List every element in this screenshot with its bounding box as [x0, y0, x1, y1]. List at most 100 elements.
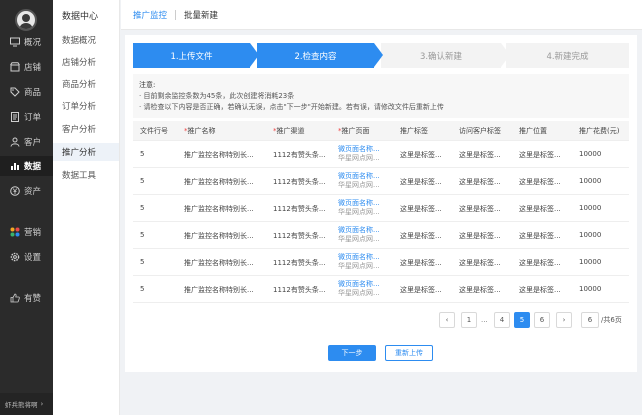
main-card: 1.上传文件 2.检查内容 3.确认新建 4.新建完成 注意: · 目前剩余监控… [125, 35, 637, 372]
cell-cost: 10000 [579, 177, 602, 185]
grid-icon [10, 227, 20, 237]
step-1: 1.上传文件 [133, 43, 250, 68]
nav-item-marketing[interactable]: 营销 [0, 222, 53, 242]
page-button-4[interactable]: 4 [494, 312, 510, 328]
step-arrow [501, 43, 510, 67]
cell-channel: 1112有赞头条... [273, 259, 326, 267]
page-title: 批量新建 [184, 10, 219, 21]
chevron-left-icon: ‹ [445, 316, 449, 324]
subnav-item-store-analysis[interactable]: 店铺分析 [53, 53, 119, 71]
page-subtitle: 华星网点网... [338, 235, 380, 243]
page-subtitle: 华星网点网... [338, 208, 380, 216]
page-jump-input[interactable] [581, 312, 599, 328]
nav-item-label: 数据 [24, 162, 42, 172]
cell-visitor-tag: 这里是标签... [459, 151, 501, 159]
nav-item-label: 营销 [24, 228, 42, 238]
sub-nav: 数据中心 数据概况 店铺分析 商品分析 订单分析 客户分析 推广分析 数据工具 [53, 0, 120, 415]
prev-page-button[interactable]: ‹ [439, 312, 455, 328]
breadcrumb-parent-link[interactable]: 推广监控 [133, 9, 167, 21]
next-page-button[interactable]: › [556, 312, 572, 328]
page-button-1[interactable]: 1 [461, 312, 477, 328]
nav-item-overview[interactable]: 概况 [0, 32, 53, 52]
nav-item-orders[interactable]: 订单 [0, 107, 53, 127]
page-link[interactable]: 微页面名称... [338, 280, 380, 289]
nav-item-label: 设置 [24, 253, 42, 263]
nav-item-label: 资产 [24, 187, 42, 197]
main-nav: 概况 店铺 商品 订单 客户 数据 资产 营销 设置 有赞 虾兵熊将啊 › [0, 0, 53, 415]
page-button-6[interactable]: 6 [534, 312, 550, 328]
step-3: 3.确认新建 [381, 43, 501, 68]
cell-page: 微页面名称... 华星网点网... [338, 280, 380, 298]
page-subtitle: 华星网点网... [338, 181, 380, 189]
subnav-title: 数据中心 [62, 12, 99, 22]
tag-icon [10, 87, 20, 97]
cell-position: 这里是标签... [519, 286, 561, 294]
cell-channel: 1112有赞头条... [273, 178, 326, 186]
page-link[interactable]: 微页面名称... [338, 172, 380, 181]
cell-name: 推广监控名称特别长... [184, 178, 254, 186]
breadcrumb: 推广监控 批量新建 [121, 0, 642, 30]
subnav-item-data-tools[interactable]: 数据工具 [53, 166, 119, 184]
cell-cost: 10000 [579, 231, 602, 239]
cell-page: 微页面名称... 华星网点网... [338, 199, 380, 217]
col-header-name: *推广名称 [184, 126, 216, 135]
nav-item-data[interactable]: 数据 [0, 156, 53, 176]
cell-position: 这里是标签... [519, 151, 561, 159]
nav-item-assets[interactable]: 资产 [0, 181, 53, 201]
cell-visitor-tag: 这里是标签... [459, 205, 501, 213]
cell-name: 推广监控名称特别长... [184, 232, 254, 240]
cell-tag: 这里是标签... [400, 178, 442, 186]
cell-channel: 1112有赞头条... [273, 205, 326, 213]
steps-bar: 1.上传文件 2.检查内容 3.确认新建 4.新建完成 [133, 43, 629, 68]
account-switcher[interactable]: 虾兵熊将啊 › [0, 393, 53, 415]
cell-page: 微页面名称... 华星网点网... [338, 253, 380, 271]
gear-icon [10, 252, 20, 262]
customer-icon [10, 137, 20, 147]
step-label: 1.上传文件 [170, 51, 213, 62]
page-link[interactable]: 微页面名称... [338, 226, 380, 235]
subnav-item-goods-analysis[interactable]: 商品分析 [53, 75, 119, 93]
cell-page: 微页面名称... 华星网点网... [338, 172, 380, 190]
page-link[interactable]: 微页面名称... [338, 145, 380, 154]
subnav-item-overview[interactable]: 数据概况 [53, 31, 119, 49]
next-step-button[interactable]: 下一步 [328, 345, 376, 361]
reupload-button[interactable]: 重新上传 [385, 345, 433, 361]
subnav-item-customer-analysis[interactable]: 客户分析 [53, 120, 119, 138]
chevron-right-icon: › [562, 316, 566, 324]
avatar[interactable] [15, 9, 37, 31]
cell-channel: 1112有赞头条... [273, 232, 326, 240]
cell-name: 推广监控名称特别长... [184, 151, 254, 159]
account-name: 虾兵熊将啊 [5, 401, 38, 409]
cell-position: 这里是标签... [519, 232, 561, 240]
cell-line: 5 [140, 231, 145, 239]
cell-position: 这里是标签... [519, 178, 561, 186]
page-button-5-current[interactable]: 5 [514, 312, 530, 328]
cell-tag: 这里是标签... [400, 205, 442, 213]
page-link[interactable]: 微页面名称... [338, 253, 380, 262]
page-link[interactable]: 微页面名称... [338, 199, 380, 208]
nav-item-label: 商品 [24, 88, 42, 98]
subnav-item-order-analysis[interactable]: 订单分析 [53, 97, 119, 115]
nav-item-customers[interactable]: 客户 [0, 132, 53, 152]
step-4: 4.新建完成 [504, 43, 629, 68]
nav-item-settings[interactable]: 设置 [0, 247, 53, 267]
breadcrumb-separator [175, 9, 177, 20]
notice-title: 注意: [139, 81, 156, 89]
nav-item-youzan[interactable]: 有赞 [0, 288, 53, 308]
cell-cost: 10000 [579, 285, 602, 293]
chevron-right-icon: › [40, 400, 44, 408]
step-label: 3.确认新建 [419, 51, 463, 62]
nav-item-store[interactable]: 店铺 [0, 57, 53, 77]
table-row: 5 推广监控名称特别长... 1112有赞头条... 这里是标签... 这里是标签...… [133, 168, 629, 195]
nav-item-goods[interactable]: 商品 [0, 82, 53, 102]
col-header-visitor-tag: 访问客户标签 [459, 126, 501, 135]
cell-cost: 10000 [579, 150, 602, 158]
notice-line: · 目前剩余监控条数为45条，此次创建将消耗23条 [139, 92, 295, 100]
check-table: 文件行号 *推广名称 *推广渠道 *推广页面 推广标签 访问客户标签 推广位置 … [133, 121, 629, 303]
step-arrow [374, 43, 383, 67]
subnav-item-promotion-analysis[interactable]: 推广分析 [53, 143, 119, 161]
col-header-cost: 推广花费(元) [579, 126, 620, 135]
table-body: 5 推广监控名称特别长... 1112有赞头条... 这里是标签... 这里是标签...… [133, 141, 629, 303]
cell-line: 5 [140, 285, 145, 293]
cell-line: 5 [140, 177, 145, 185]
